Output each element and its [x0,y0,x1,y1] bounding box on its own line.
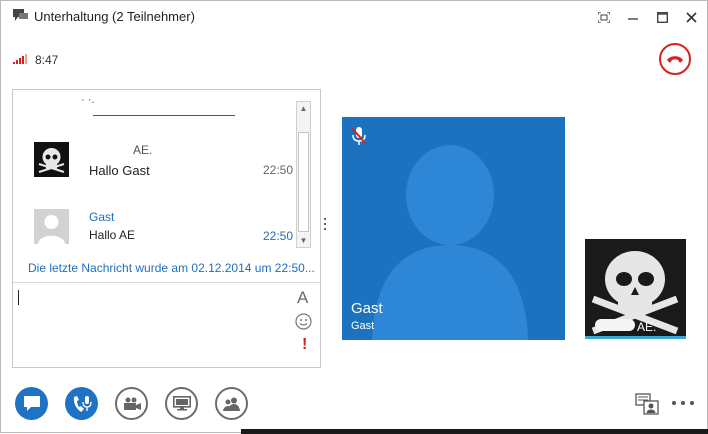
default-person-avatar [34,209,69,244]
maximize-icon [656,11,668,23]
close-button[interactable] [680,7,702,27]
hang-up-phone-icon [667,56,683,63]
scroll-up-arrow-icon[interactable]: ▲ [297,102,310,115]
scroll-down-arrow-icon[interactable]: ▼ [297,234,310,247]
monitor-icon [172,396,191,411]
video-button[interactable] [115,387,148,420]
fullscreen-button[interactable] [593,7,615,27]
text-cursor [18,290,19,305]
message-text: Hallo AE [89,228,136,242]
emoticon-icon[interactable] [295,313,312,330]
maximize-button[interactable] [651,7,673,27]
signal-strength-icon [13,54,27,64]
message-history: · ·. AE. Hallo Gast 22:50 Gast Hallo AE … [13,90,320,282]
call-duration: 8:47 [35,53,59,67]
chat-bubble-icon [23,396,40,411]
background-strip [241,429,708,434]
history-scrollbar[interactable]: ▲ ▼ [296,101,311,248]
message-sender: AE. [133,143,153,157]
title-bar: Unterhaltung (2 Teilnehmer) [1,1,707,33]
fullscreen-icon [598,11,610,23]
font-button[interactable]: A [297,288,308,308]
more-dots-icon [672,401,676,405]
conversation-app-icon [13,9,28,21]
participant-video-tile: Gast Gast [342,117,565,340]
share-content-icon[interactable] [635,393,659,415]
audio-button[interactable] [65,387,98,420]
camera-icon [123,397,141,410]
compose-area[interactable]: A ! [13,282,320,367]
high-importance-button[interactable]: ! [302,336,307,354]
close-icon [685,11,697,23]
people-icon [222,397,240,411]
last-message-notice: Die letzte Nachricht wurde am 02.12.2014… [28,261,315,275]
phone-mic-icon [73,395,92,412]
message-sender: Gast [89,210,115,224]
hang-up-button[interactable] [659,43,691,75]
im-button[interactable] [15,387,48,420]
participant-name: Gast [351,300,383,317]
more-options-button[interactable] [672,399,694,407]
skull-avatar [34,142,69,177]
self-name: AE. [637,320,657,334]
self-video-tile: AE. [585,239,686,339]
history-fragment: · ·. [81,94,95,106]
minimize-button[interactable] [622,7,644,27]
participants-button[interactable] [215,387,248,420]
window-title: Unterhaltung (2 Teilnehmer) [34,9,195,24]
skull-avatar-image [585,239,686,336]
message-time: 22:50 [263,163,294,177]
history-separator [93,115,235,116]
participant-subtitle: Gast [351,320,375,332]
scroll-thumb[interactable] [298,132,309,232]
message-text: Hallo Gast [89,163,150,178]
minimize-icon [628,18,638,20]
conversation-window: Unterhaltung (2 Teilnehmer) 8:47 · ·. AE… [0,0,708,434]
panel-splitter-handle[interactable] [324,218,327,238]
present-button[interactable] [165,387,198,420]
message-time: 22:50 [263,229,294,243]
chat-panel: · ·. AE. Hallo Gast 22:50 Gast Hallo AE … [12,89,321,368]
muted-microphone-icon [351,127,367,145]
